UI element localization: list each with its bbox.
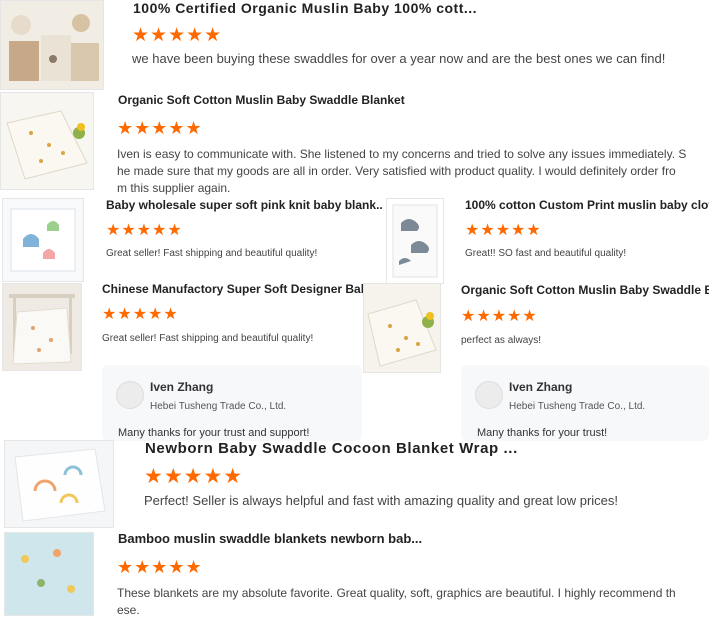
product-thumbnail[interactable] — [363, 283, 441, 373]
reply-author-name: Iven Zhang — [150, 380, 214, 394]
product-title[interactable]: Chinese Manufactory Super Soft Designer … — [102, 282, 366, 296]
review-comment: Perfect! Seller is always helpful and fa… — [144, 493, 619, 508]
rainbow-print-blanket-image — [14, 448, 106, 522]
star-rating: ★★★★★ — [106, 222, 183, 239]
product-thumbnail[interactable] — [4, 440, 114, 528]
folded-swaddle-stack-image — [9, 14, 99, 81]
product-title[interactable]: Bamboo muslin swaddle blankets newborn b… — [118, 531, 422, 546]
star-rating: ★★★★★ — [102, 306, 179, 323]
product-title[interactable]: 100% cotton Custom Print muslin baby clo… — [465, 198, 709, 212]
dinosaur-print-blanket-image — [10, 208, 76, 272]
avatar — [475, 381, 503, 409]
product-title[interactable]: 100% Certified Organic Muslin Baby 100% … — [133, 0, 477, 16]
product-thumbnail[interactable] — [2, 283, 82, 371]
reply-author-name: Iven Zhang — [509, 380, 573, 394]
reply-company: Hebei Tusheng Trade Co., Ltd. — [509, 401, 646, 412]
review-comment-line: m this supplier again. — [117, 181, 231, 195]
review-comment-line: ese. — [117, 603, 140, 617]
seller-reply: Iven Zhang Hebei Tusheng Trade Co., Ltd.… — [102, 365, 362, 441]
star-rating: ★★★★★ — [461, 308, 538, 325]
review-comment: perfect as always! — [461, 335, 542, 346]
review-comment: Great seller! Fast shipping and beautifu… — [102, 333, 314, 344]
review-comment: Great seller! Fast shipping and beautifu… — [106, 248, 318, 259]
product-title[interactable]: Newborn Baby Swaddle Cocoon Blanket Wrap… — [145, 440, 518, 457]
reply-company: Hebei Tusheng Trade Co., Ltd. — [150, 401, 287, 412]
review-comment-line: These blankets are my absolute favorite.… — [117, 586, 676, 600]
product-thumbnail[interactable] — [0, 92, 94, 190]
product-title[interactable]: Organic Soft Cotton Muslin Baby Swaddle … — [118, 93, 405, 107]
review-comment: Great!! SO fast and beautiful quality! — [465, 248, 627, 259]
swaddle-blanket-image — [6, 110, 88, 180]
star-rating: ★★★★★ — [465, 222, 542, 239]
swaddle-blanket-image — [367, 299, 437, 367]
product-title[interactable]: Organic Soft Cotton Muslin Baby Swaddle … — [461, 283, 709, 297]
review-comment-line: he made sure that my goods are all in or… — [117, 164, 676, 178]
review-comment: we have been buying these swaddles for o… — [132, 51, 666, 66]
review-comment-line: Iven is easy to communicate with. She li… — [117, 147, 687, 161]
star-rating: ★★★★★ — [117, 557, 203, 577]
star-rating: ★★★★★ — [117, 118, 203, 138]
avatar — [116, 381, 144, 409]
reply-message: Many thanks for your trust! — [477, 427, 608, 439]
seller-reply: Iven Zhang Hebei Tusheng Trade Co., Ltd.… — [461, 365, 709, 441]
product-title[interactable]: Baby wholesale super soft pink knit baby… — [106, 198, 382, 212]
star-rating: ★★★★★ — [132, 25, 223, 46]
reply-message: Many thanks for your trust and support! — [118, 427, 310, 439]
product-thumbnail[interactable] — [386, 198, 444, 284]
product-thumbnail[interactable] — [2, 198, 84, 282]
crib-blanket-image — [9, 294, 75, 365]
blue-print-blanket-image — [5, 533, 93, 615]
product-thumbnail[interactable] — [4, 532, 94, 616]
product-thumbnail[interactable] — [0, 0, 104, 90]
star-rating: ★★★★★ — [144, 465, 244, 488]
elephant-print-blanket-image — [392, 204, 438, 278]
